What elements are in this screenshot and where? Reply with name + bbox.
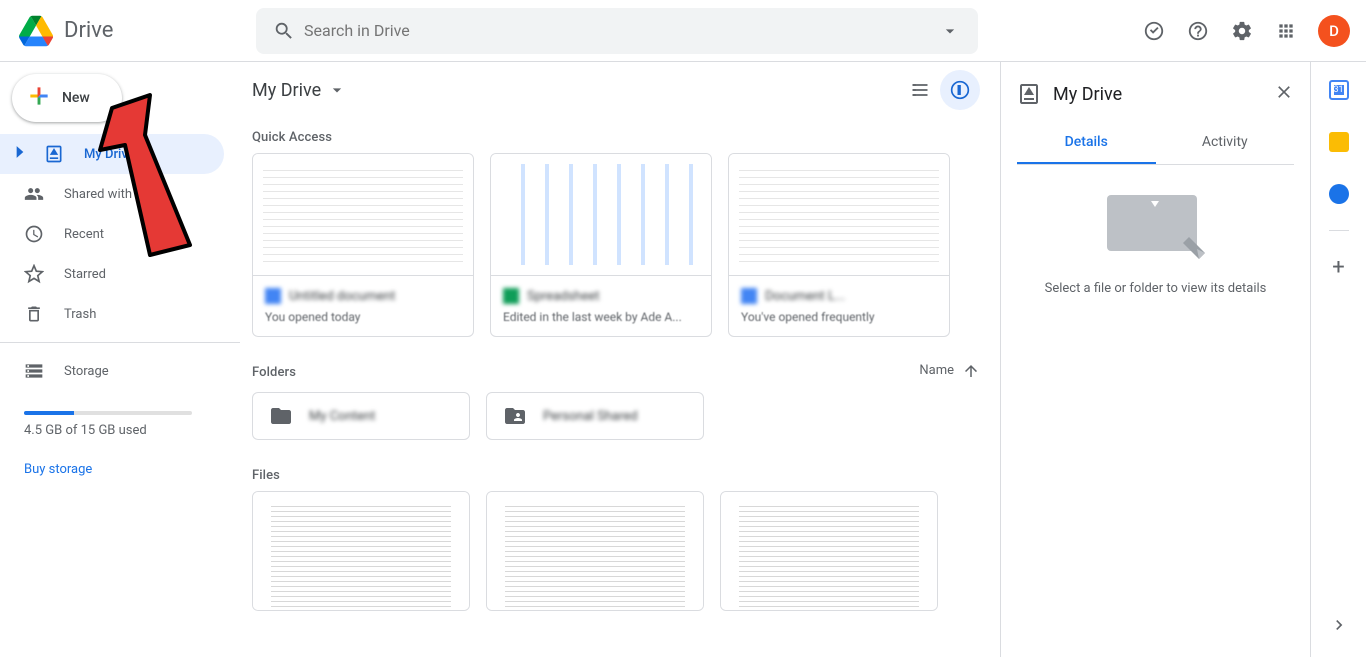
new-button-label: New <box>62 90 90 106</box>
trash-icon <box>24 304 44 324</box>
tasks-addon[interactable] <box>1319 174 1359 214</box>
sidebar-item-label: Storage <box>64 364 109 379</box>
sidebar-item-label: Recent <box>64 227 104 242</box>
plus-icon: + <box>1332 255 1344 280</box>
tab-activity[interactable]: Activity <box>1156 122 1295 164</box>
folder-card[interactable]: My Content <box>252 392 470 440</box>
docs-icon <box>741 288 757 304</box>
search-icon[interactable] <box>264 11 304 51</box>
buy-storage-link[interactable]: Buy storage <box>24 462 216 477</box>
sidebar-item-starred[interactable]: Starred <box>0 254 224 294</box>
arrow-up-icon <box>962 362 980 380</box>
keep-addon[interactable] <box>1319 122 1359 162</box>
sidebar-item-storage[interactable]: Storage <box>0 351 224 391</box>
shared-folder-icon <box>503 404 527 428</box>
quick-access-card[interactable]: Untitled document You opened today <box>252 153 474 337</box>
app-name: Drive <box>64 18 113 43</box>
sort-control[interactable]: Name <box>919 362 980 380</box>
side-rail: 31 + <box>1310 62 1366 657</box>
collapse-rail-button[interactable] <box>1319 605 1359 645</box>
file-card[interactable] <box>720 491 938 611</box>
sidebar-item-label: Trash <box>64 307 96 322</box>
folders-header: Folders Name <box>240 353 992 392</box>
folder-icon <box>269 404 293 428</box>
quick-access-row: Untitled document You opened today Sprea… <box>240 153 992 353</box>
details-panel: My Drive Details Activity Select a file … <box>1000 62 1310 657</box>
file-card[interactable] <box>252 491 470 611</box>
folder-card[interactable]: Personal Shared <box>486 392 704 440</box>
files-label: Files <box>240 456 992 491</box>
view-details-button[interactable] <box>940 70 980 110</box>
plus-icon <box>26 83 52 113</box>
calendar-addon[interactable]: 31 <box>1319 70 1359 110</box>
breadcrumb-title: My Drive <box>252 80 321 101</box>
sidebar-item-trash[interactable]: Trash <box>0 294 224 334</box>
breadcrumb-row: My Drive <box>240 62 992 118</box>
search-input[interactable] <box>304 21 930 40</box>
logo-group[interactable]: Drive <box>16 11 256 51</box>
content-area: My Drive Quick Access Untitled document <box>240 62 1000 657</box>
close-details-button[interactable] <box>1274 82 1294 106</box>
quick-access-card[interactable]: Spreadsheet Edited in the last week by A… <box>490 153 712 337</box>
empty-state-icon <box>1101 193 1211 265</box>
apps-icon[interactable] <box>1266 11 1306 51</box>
my-drive-icon <box>44 144 64 164</box>
details-title: My Drive <box>1053 84 1262 105</box>
star-icon <box>24 264 44 284</box>
details-empty-state: Select a file or folder to view its deta… <box>1017 165 1294 324</box>
folders-row: My Content Personal Shared <box>240 392 992 456</box>
quick-access-card[interactable]: Document L... You've opened frequently <box>728 153 950 337</box>
people-icon <box>24 184 44 204</box>
docs-icon <box>265 288 281 304</box>
search-options-dropdown[interactable] <box>930 11 970 51</box>
chevron-down-icon <box>327 80 347 100</box>
tab-details[interactable]: Details <box>1017 122 1156 164</box>
sheets-icon <box>503 288 519 304</box>
sidebar-item-label: Starred <box>64 267 106 282</box>
get-addons-button[interactable]: + <box>1319 247 1359 287</box>
sidebar-item-shared[interactable]: Shared with me <box>0 174 224 214</box>
support-icon[interactable] <box>1178 11 1218 51</box>
avatar[interactable]: D <box>1318 15 1350 47</box>
sidebar: New My Drive Shared with me Recent Starr… <box>0 62 240 657</box>
close-icon <box>1274 82 1294 102</box>
sidebar-item-label: Shared with me <box>64 187 154 202</box>
storage-meter: 4.5 GB of 15 GB used Buy storage <box>0 391 240 485</box>
folders-label: Folders <box>252 353 919 388</box>
list-view-button[interactable] <box>900 70 940 110</box>
header: Drive D <box>0 0 1366 62</box>
quick-access-label: Quick Access <box>240 118 992 153</box>
sidebar-item-my-drive[interactable]: My Drive <box>0 134 224 174</box>
details-empty-text: Select a file or folder to view its deta… <box>1045 281 1267 296</box>
breadcrumb[interactable]: My Drive <box>252 80 347 101</box>
expand-icon <box>10 142 20 166</box>
sidebar-item-recent[interactable]: Recent <box>0 214 224 254</box>
header-actions: D <box>1134 11 1358 51</box>
drive-logo-icon <box>16 11 56 51</box>
my-drive-icon <box>1017 82 1041 106</box>
ready-for-offline-icon[interactable] <box>1134 11 1174 51</box>
search-bar <box>256 8 978 54</box>
chevron-right-icon <box>1329 615 1349 635</box>
storage-icon <box>24 361 44 381</box>
new-button[interactable]: New <box>12 74 122 122</box>
storage-usage-text: 4.5 GB of 15 GB used <box>24 423 216 438</box>
clock-icon <box>24 224 44 244</box>
settings-icon[interactable] <box>1222 11 1262 51</box>
details-tabs: Details Activity <box>1017 122 1294 165</box>
files-row <box>240 491 992 627</box>
sidebar-item-label: My Drive <box>84 147 135 162</box>
file-card[interactable] <box>486 491 704 611</box>
